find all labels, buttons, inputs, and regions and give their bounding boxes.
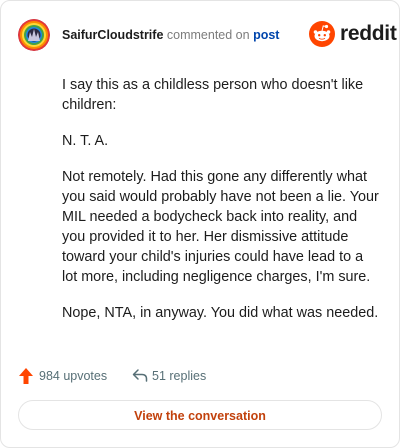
comment-paragraph: Not remotely. Had this gone any differen…	[62, 169, 379, 285]
replies-count: 51 replies	[152, 369, 207, 383]
view-conversation-button[interactable]: View the conversation	[18, 400, 382, 430]
comment-paragraph: N. T. A.	[62, 133, 109, 149]
comment-embed-card: SaifurCloudstrife commented on post redd…	[0, 0, 400, 448]
upvote-arrow-icon	[18, 367, 34, 388]
reddit-wordmark: reddit	[340, 22, 397, 45]
post-link[interactable]: post	[253, 28, 279, 42]
comment-footer: 984 upvotes 51 replies	[18, 366, 383, 386]
action-text: commented on	[166, 28, 250, 42]
comment-meta: SaifurCloudstrife commented on post	[62, 28, 279, 43]
username-link[interactable]: SaifurCloudstrife	[62, 28, 163, 42]
upvotes-count: 984 upvotes	[39, 369, 108, 383]
rainbow-avatar-icon[interactable]	[18, 19, 50, 51]
comment-body: I say this as a childless person who doe…	[62, 75, 380, 339]
comment-paragraph: I say this as a childless person who doe…	[62, 77, 364, 113]
comment-header: SaifurCloudstrife commented on post redd…	[18, 19, 397, 53]
reddit-alien-icon	[309, 21, 335, 47]
reply-arrow-icon	[132, 367, 148, 386]
comment-paragraph: Nope, NTA, in anyway. You did what was n…	[62, 305, 379, 321]
reddit-brand[interactable]: reddit	[309, 21, 397, 47]
